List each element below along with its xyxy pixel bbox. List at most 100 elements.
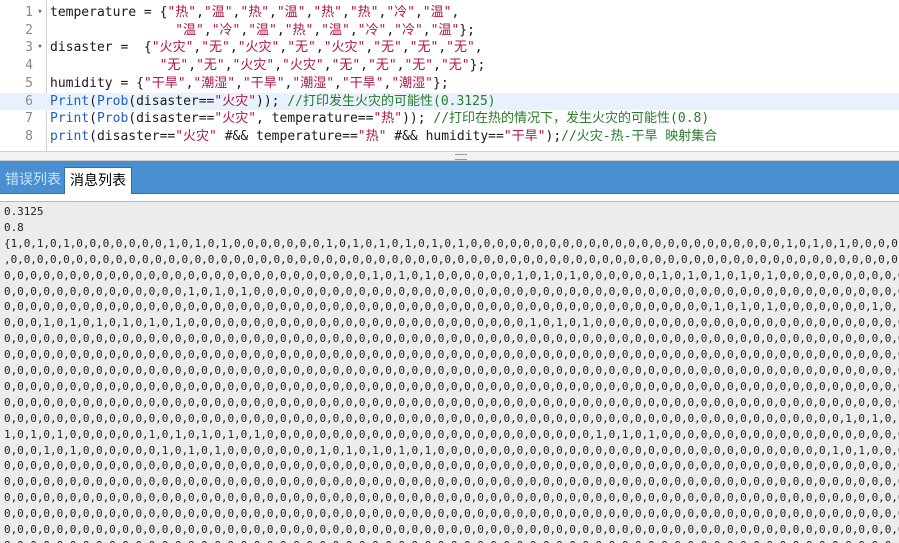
code-comment: //打印发生火灾的可能性(0.3125) — [287, 93, 496, 109]
code-token: , — [422, 22, 431, 38]
code-editor[interactable]: 1 ▾ temperature = {"热","温","热","温","热","热"… — [0, 0, 899, 151]
code-line[interactable]: 5 humidity = {"干旱","潮湿","干旱","潮湿","干旱","潮… — [0, 75, 899, 93]
code-string: "冷" — [357, 22, 387, 38]
code-text: disaster = {"火灾","无","火灾","无","火灾","无","… — [50, 39, 483, 57]
output-line: 0,0,0,0,0,0,0,0,0,0,0,0,0,0,1,0,1,0,1,0,… — [4, 284, 899, 298]
code-token: , — [433, 58, 441, 74]
output-tab-bar: 错误列表 消息列表 — [0, 161, 899, 194]
code-string: "干旱" — [503, 128, 546, 144]
code-token: #&& humidity== — [386, 128, 504, 144]
tab-error-list[interactable]: 错误列表 — [0, 167, 66, 194]
code-string: "无" — [446, 40, 475, 56]
code-string: "干旱" — [143, 75, 186, 91]
message-list-output[interactable]: 0.3125 0.8 {1,0,1,0,1,0,0,0,0,0,0,0,1,0,1,… — [0, 201, 899, 543]
code-comment: //打印在热的情况下，发生火灾的可能性(0.8) — [433, 111, 710, 127]
code-string: "无" — [201, 40, 230, 56]
code-string: "火灾" — [237, 40, 280, 56]
code-string: "无" — [196, 58, 225, 74]
code-string: "无" — [440, 58, 470, 74]
output-line: 0,0,0,0,0,0,0,0,0,0,0,0,0,0,0,0,0,0,0,0,… — [4, 475, 899, 489]
code-string: "热" — [357, 128, 387, 144]
code-token: ); — [545, 128, 562, 144]
splitter-grip-icon[interactable] — [455, 154, 467, 160]
code-token: temperature = { — [50, 5, 168, 20]
code-token: , — [365, 40, 374, 56]
code-token: , — [401, 40, 410, 56]
code-line[interactable]: 4 "无","无","火灾","火灾","无","无","无","无"}; — [0, 57, 899, 75]
code-line[interactable]: 1 ▾ temperature = {"热","温","热","温","热","热"… — [0, 4, 899, 22]
code-token: , — [474, 40, 483, 56]
code-string: "潮湿" — [193, 75, 236, 91]
code-string: "热" — [240, 5, 270, 20]
code-string: "无" — [331, 58, 361, 74]
code-string: "火灾" — [282, 58, 324, 74]
code-string: "冷" — [394, 22, 423, 38]
output-line: 0,0,0,0,0,0,0,0,0,0,0,0,0,0,0,0,0,0,0,0,… — [4, 332, 899, 346]
code-string: "冷" — [211, 22, 241, 38]
code-string: "热" — [313, 5, 342, 20]
code-text: Print(Prob(disaster=="火灾", temperature==… — [50, 110, 709, 128]
output-line: 0,0,0,0,0,0,0,0,0,0,0,0,0,0,0,0,0,0,0,0,… — [4, 395, 899, 409]
code-token: disaster = { — [50, 40, 152, 56]
code-string: "火灾" — [232, 58, 275, 74]
code-string: "无" — [404, 58, 434, 74]
output-line: ,0,0,0,0,0,0,0,0,0,0,0,0,0,0,0,0,0,0,0,0… — [4, 252, 899, 266]
code-comment: //火灾-热-干旱 映射集合 — [561, 128, 718, 144]
panel-splitter[interactable] — [0, 151, 899, 161]
code-text: "无","无","火灾","火灾","无","无","无","无"}; — [50, 57, 486, 75]
fold-toggle-icon[interactable]: ▾ — [35, 39, 45, 57]
code-keyword: Prob — [96, 111, 129, 127]
code-text: "温","冷","温","热","温","冷","冷","温"}; — [50, 22, 475, 40]
code-token: humidity = { — [50, 75, 144, 91]
code-token: }; — [469, 58, 486, 74]
code-keyword: Prob — [96, 93, 129, 109]
code-text: print(disaster=="火灾" #&& temperature=="热… — [50, 128, 717, 146]
output-line: 0,0,0,0,0,0,0,0,0,0,0,0,0,0,0,0,0,0,0,0,… — [4, 268, 899, 282]
output-line: 0,0,0,0,0,0,0,0,0,0,0,0,0,0,0,0,0,0,0,0,… — [4, 379, 899, 393]
code-token: , — [313, 22, 322, 38]
code-string: "热" — [373, 111, 403, 127]
code-line[interactable]: 7 Print(Prob(disaster=="火灾", temperature=… — [0, 110, 899, 128]
code-token: (disaster== — [128, 111, 215, 127]
code-string: "温" — [203, 5, 233, 20]
code-token: , temperature== — [256, 111, 374, 127]
output-line: 0,0,0,1,0,1,0,0,0,0,0,0,1,0,1,0,1,0,0,0,… — [4, 443, 899, 457]
tab-message-list[interactable]: 消息列表 — [64, 167, 132, 194]
code-string: "无" — [50, 58, 189, 74]
line-number: 6 — [25, 93, 33, 109]
code-token: }; — [459, 22, 475, 38]
output-line: 0,0,0,0,0,0,0,0,0,0,0,0,0,0,0,0,0,0,0,0,… — [4, 538, 899, 543]
code-token: , — [349, 22, 358, 38]
code-token: , — [235, 75, 243, 91]
output-line: 0.3125 — [4, 205, 44, 218]
code-string: "火灾" — [175, 128, 217, 144]
code-line[interactable]: 3 ▾ disaster = {"火灾","无","火灾","无","火灾","无"… — [0, 39, 899, 57]
output-line: 0,0,0,0,0,0,0,0,0,0,0,0,0,0,0,0,0,0,0,0,… — [4, 364, 899, 377]
line-number: 1 — [25, 5, 33, 20]
output-line: 0,0,0,0,0,0,0,0,0,0,0,0,0,0,0,0,0,0,0,0,… — [4, 300, 899, 314]
code-token: )); — [256, 93, 288, 109]
code-text: Print(Prob(disaster=="火灾")); //打印发生火灾的可能… — [50, 93, 496, 111]
code-token: , — [438, 40, 447, 56]
code-token: , — [451, 5, 460, 20]
code-token: , — [360, 58, 368, 74]
line-number: 3 — [25, 40, 33, 56]
code-string: "无" — [409, 40, 439, 56]
code-line[interactable]: 6 Print(Prob(disaster=="火灾")); //打印发生火灾的可… — [0, 92, 899, 111]
code-string: "干旱" — [341, 75, 384, 91]
line-number: 5 — [25, 75, 33, 91]
code-line[interactable]: 2 "温","冷","温","热","温","冷","冷","温"}; — [0, 22, 899, 40]
fold-toggle-icon[interactable]: ▾ — [35, 4, 45, 22]
code-token: }; — [433, 75, 449, 91]
code-token: , — [203, 22, 212, 38]
code-string: "潮湿" — [292, 75, 335, 91]
code-string: "冷" — [386, 5, 415, 20]
output-line: 0,0,0,0,0,0,0,0,0,0,0,0,0,0,0,0,0,0,0,0,… — [4, 459, 899, 473]
output-line: 0,0,0,0,0,0,0,0,0,0,0,0,0,0,0,0,0,0,0,0,… — [4, 491, 899, 505]
code-string: "潮湿" — [391, 75, 433, 91]
code-line[interactable]: 8 print(disaster=="火灾" #&& temperature=="… — [0, 128, 899, 146]
output-line: 0,0,0,0,0,0,0,0,0,0,0,0,0,0,0,0,0,0,0,0,… — [4, 348, 899, 362]
code-string: "无" — [287, 40, 316, 56]
output-line: 0,0,0,1,0,1,0,1,0,1,0,1,0,1,0,0,0,0,0,0,… — [4, 316, 899, 330]
code-string: "温" — [50, 22, 204, 38]
